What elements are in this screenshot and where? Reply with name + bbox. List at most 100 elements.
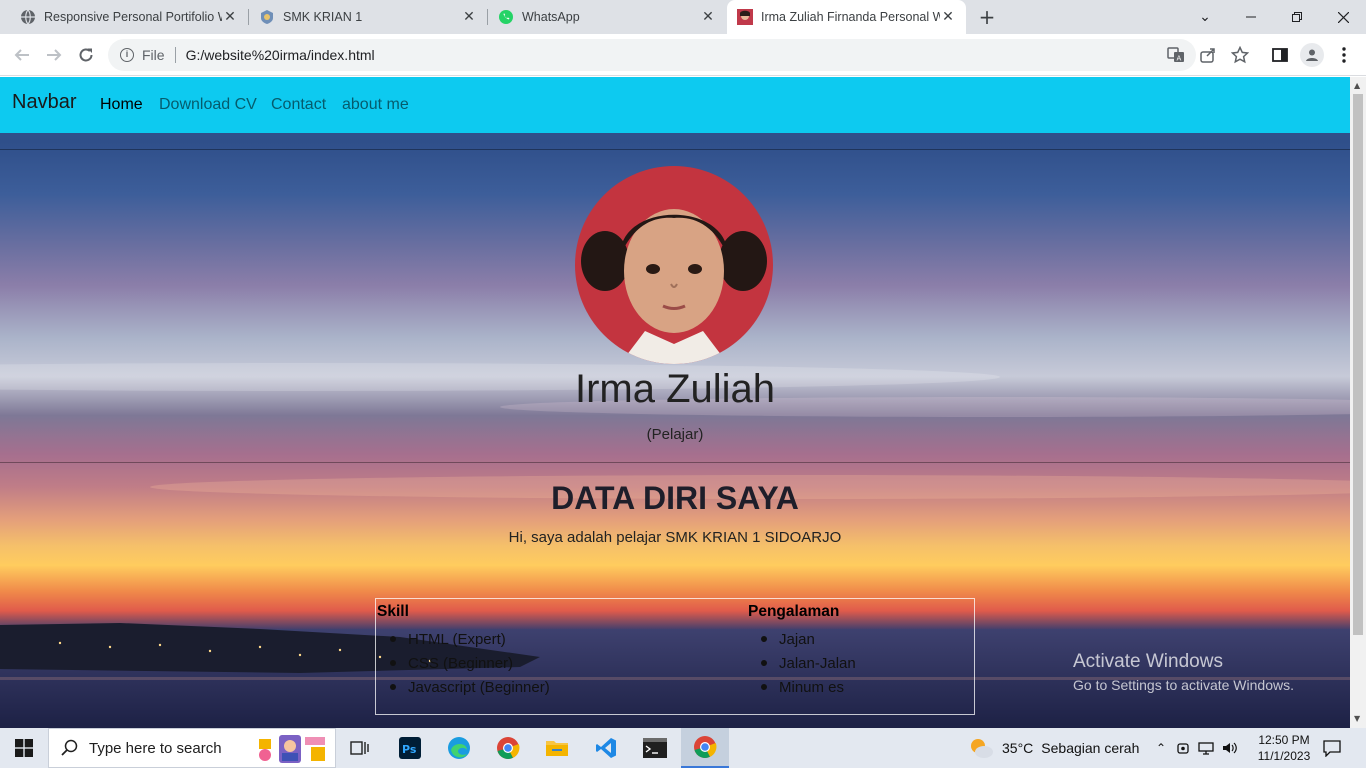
search-placeholder: Type here to search — [89, 739, 222, 757]
back-button[interactable] — [10, 43, 34, 67]
partly-sunny-icon — [971, 739, 993, 758]
chrome-app-active[interactable] — [681, 728, 729, 768]
nav-link-home[interactable]: Home — [100, 96, 143, 114]
list-item: CSS (Beginner) — [390, 651, 550, 675]
experience-heading: Pengalaman — [748, 603, 840, 620]
location-icon[interactable] — [1176, 741, 1190, 755]
about-section-title: DATA DIRI SAYA — [551, 480, 799, 516]
new-tab-button[interactable]: + — [976, 6, 998, 28]
bookmark-star-icon[interactable] — [1230, 45, 1250, 65]
tab-title: Irma Zuliah Firnanda Personal W — [761, 10, 940, 24]
watermark-title: Activate Windows — [1073, 651, 1223, 672]
scroll-down-arrow-icon[interactable]: ▼ — [1354, 714, 1360, 723]
profile-role: (Pelajar) — [646, 426, 704, 443]
scroll-up-arrow-icon[interactable]: ▲ — [1354, 81, 1360, 90]
chrome-app[interactable] — [484, 728, 532, 768]
folder-icon — [546, 741, 568, 756]
activate-windows-watermark: Activate Windows Go to Settings to activ… — [1073, 651, 1294, 693]
site-info-icon[interactable]: i — [120, 48, 134, 62]
page-viewport: Navbar Home Download CV Contact about me… — [0, 77, 1350, 728]
weather-desc: Sebagian cerah — [1041, 740, 1140, 756]
browser-tab-strip: Responsive Personal Portifolio W ✕ SMK K… — [0, 0, 1366, 34]
file-explorer-app[interactable] — [533, 728, 581, 768]
search-highlight-illustration-icon — [259, 735, 325, 763]
profile-avatar-icon[interactable] — [1300, 43, 1324, 67]
weather-temp: 35°C — [1002, 740, 1034, 756]
profile-photo — [575, 166, 773, 364]
close-tab-icon[interactable]: ✕ — [700, 9, 716, 25]
tab-title: SMK KRIAN 1 — [283, 10, 363, 24]
list-item: Jalan-Jalan — [761, 651, 856, 675]
close-tab-icon[interactable]: ✕ — [461, 9, 477, 25]
edge-app[interactable] — [435, 728, 483, 768]
scrollbar-thumb[interactable] — [1353, 94, 1363, 635]
tab-search-chevron-icon[interactable]: ⌄ — [1182, 0, 1228, 34]
chrome-icon — [694, 736, 717, 758]
chrome-menu-icon[interactable] — [1334, 45, 1354, 65]
terminal-app[interactable] — [631, 728, 679, 768]
notification-center-button[interactable] — [1322, 728, 1342, 768]
skill-list: HTML (Expert) CSS (Beginner) Javascript … — [376, 627, 550, 699]
watermark-subtitle: Go to Settings to activate Windows. — [1073, 677, 1294, 693]
list-item: Minum es — [761, 675, 856, 699]
reload-button[interactable] — [74, 43, 98, 67]
terminal-icon — [643, 738, 667, 758]
task-view-icon — [350, 741, 369, 755]
tab-title: WhatsApp — [522, 10, 580, 24]
volume-icon[interactable] — [1222, 741, 1238, 755]
close-window-button[interactable] — [1320, 0, 1366, 34]
start-button[interactable] — [0, 728, 48, 768]
navbar-brand[interactable]: Navbar — [12, 91, 76, 114]
nav-link-about-me[interactable]: about me — [342, 96, 409, 114]
system-tray-icons: ⌃ — [1156, 728, 1238, 768]
profile-name: Irma Zuliah — [574, 367, 776, 411]
vscode-icon — [596, 738, 616, 758]
clock-date: 11/1/2023 — [1257, 749, 1311, 763]
tab-whatsapp[interactable]: WhatsApp ✕ — [488, 0, 726, 34]
windows-logo-icon — [15, 739, 33, 757]
close-tab-icon[interactable]: ✕ — [222, 9, 238, 25]
tab-title: Responsive Personal Portifolio W — [44, 10, 222, 24]
chrome-icon — [497, 737, 520, 759]
side-panel-icon[interactable] — [1270, 45, 1290, 65]
profile-favicon — [737, 9, 753, 25]
windows-taskbar: Type here to search Ps 35°C Sebagian cer… — [0, 728, 1366, 768]
show-hidden-icons-chevron-icon[interactable]: ⌃ — [1156, 741, 1166, 755]
url-text[interactable]: G:/website%20irma/index.html — [186, 47, 375, 63]
skill-column: Skill HTML (Expert) CSS (Beginner) Javas… — [376, 599, 550, 699]
task-view-button[interactable] — [336, 728, 384, 768]
restore-button[interactable] — [1274, 0, 1320, 34]
address-bar[interactable]: i File G:/website%20irma/index.html — [108, 39, 1196, 71]
close-tab-icon[interactable]: ✕ — [940, 9, 956, 25]
list-item: HTML (Expert) — [390, 627, 550, 651]
clock-time: 12:50 PM — [1258, 733, 1310, 747]
skill-experience-table: Skill HTML (Expert) CSS (Beginner) Javas… — [375, 598, 975, 715]
list-item: Javascript (Beginner) — [390, 675, 550, 699]
photoshop-app[interactable]: Ps — [386, 728, 434, 768]
network-icon[interactable] — [1198, 741, 1214, 755]
nav-link-download-cv[interactable]: Download CV — [159, 96, 257, 114]
tab-irma-personal[interactable]: Irma Zuliah Firnanda Personal W ✕ — [727, 0, 966, 34]
svg-text:Ps: Ps — [402, 743, 417, 756]
forward-button[interactable] — [42, 43, 66, 67]
tab-smk-krian[interactable]: SMK KRIAN 1 ✕ — [249, 0, 487, 34]
section-divider — [0, 149, 1350, 150]
experience-column: Pengalaman Jajan Jalan-Jalan Minum es — [747, 599, 856, 699]
translate-icon[interactable]: A — [1166, 45, 1186, 65]
share-icon[interactable] — [1198, 45, 1218, 65]
photoshop-icon: Ps — [399, 737, 421, 759]
taskbar-search-box[interactable]: Type here to search — [48, 728, 336, 768]
about-section-subtitle: Hi, saya adalah pelajar SMK KRIAN 1 SIDO… — [508, 529, 842, 546]
nav-link-contact[interactable]: Contact — [271, 96, 326, 114]
page-scrollbar[interactable]: ▲ ▼ — [1350, 77, 1366, 728]
skill-heading: Skill — [377, 603, 409, 620]
whatsapp-icon — [498, 9, 514, 25]
tab-responsive-portfolio[interactable]: Responsive Personal Portifolio W ✕ — [0, 0, 248, 34]
browser-toolbar: i File G:/website%20irma/index.html A — [0, 34, 1366, 76]
minimize-button[interactable] — [1228, 0, 1274, 34]
weather-widget[interactable]: 35°C Sebagian cerah — [968, 728, 1139, 768]
search-icon — [61, 739, 78, 756]
vscode-app[interactable] — [582, 728, 630, 768]
edge-icon — [448, 737, 470, 759]
taskbar-clock[interactable]: 12:50 PM 11/1/2023 — [1256, 732, 1312, 764]
